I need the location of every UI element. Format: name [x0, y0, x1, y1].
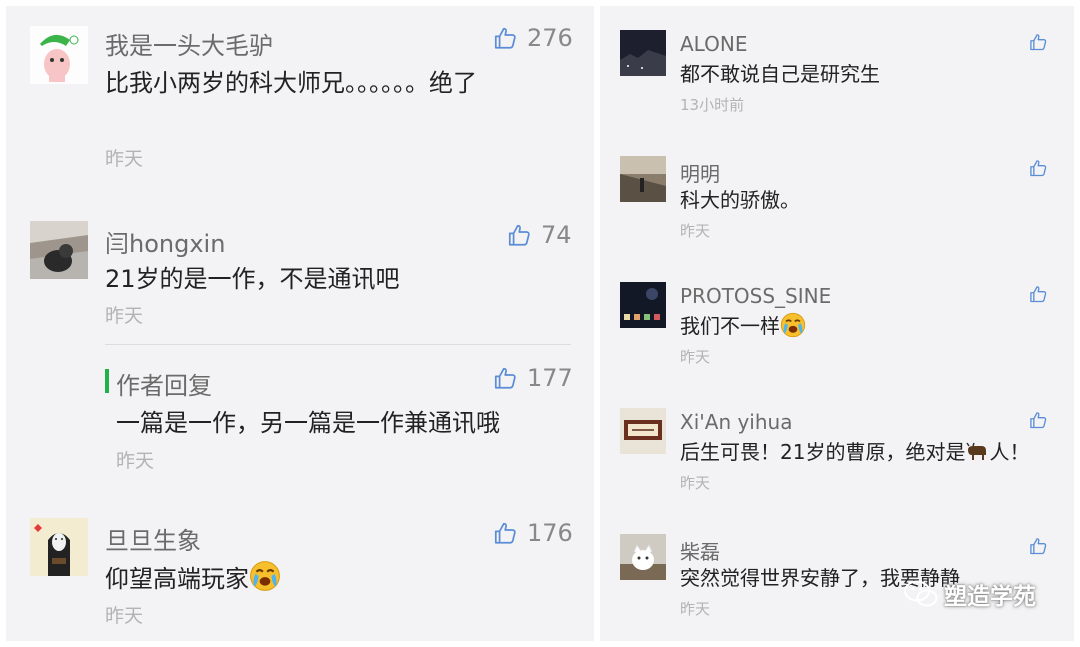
like-button[interactable] — [1028, 284, 1048, 304]
crying-emoji-icon — [780, 312, 806, 338]
watermark-text: 塑造学苑 — [944, 584, 1036, 610]
comment-time: 昨天 — [680, 474, 711, 492]
avatar[interactable] — [30, 26, 88, 84]
avatar[interactable] — [620, 408, 666, 454]
thumbs-up-icon — [1028, 32, 1048, 52]
reply-indicator — [105, 369, 109, 393]
comment-item: PROTOSS_SINE 我们不一样 昨天 — [600, 258, 1074, 378]
comment-text: 都不敢说自己是研究生 — [680, 62, 880, 86]
avatar[interactable] — [30, 221, 88, 279]
thumbs-up-icon — [492, 365, 518, 391]
thumbs-up-icon — [1028, 410, 1048, 430]
comment-text-content: 仰望高端玩家 — [105, 565, 249, 593]
cow-emoji-icon — [966, 442, 987, 460]
thumbs-up-icon — [1028, 158, 1048, 178]
commenter-name: ALONE — [680, 32, 748, 56]
comment-text-end: 人！ — [989, 440, 1030, 464]
commenter-name: 闫hongxin — [105, 230, 226, 258]
comment-text: 仰望高端玩家 — [105, 560, 565, 598]
comment-time: 昨天 — [680, 348, 711, 366]
comment-text: 21岁的是一作，不是通讯吧 — [105, 265, 400, 293]
like-button[interactable]: 176 — [492, 519, 573, 547]
reply-text: 一篇是一作，另一篇是一作兼通讯哦 — [116, 409, 500, 437]
like-count: 177 — [527, 364, 573, 392]
commenter-name: 柴磊 — [680, 540, 720, 564]
comment-text: 比我小两岁的科大师兄。。。。。。绝了 — [105, 69, 477, 97]
comment-text: 我们不一样 — [680, 312, 806, 340]
comment-text: 科大的骄傲。 — [680, 188, 800, 212]
like-count: 176 — [527, 519, 573, 547]
like-count: 74 — [541, 221, 572, 249]
like-count: 276 — [527, 24, 573, 52]
comment-item: 我是一头大毛驴 276 比我小两岁的科大师兄。。。。。。绝了 昨天 — [6, 6, 594, 186]
like-button[interactable]: 74 — [506, 221, 572, 249]
author-reply-label: 作者回复 — [116, 372, 212, 400]
comment-item: 闫hongxin 74 21岁的是一作，不是通讯吧 昨天 — [6, 206, 594, 336]
reply-time: 昨天 — [116, 450, 155, 472]
avatar[interactable] — [620, 30, 666, 76]
like-button[interactable] — [1028, 32, 1048, 52]
commenter-name: 我是一头大毛驴 — [105, 32, 273, 60]
comment-item: 明明 科大的骄傲。 昨天 — [600, 132, 1074, 252]
author-reply: 作者回复 177 一篇是一作，另一篇是一作兼通讯哦 昨天 — [6, 351, 594, 481]
like-button[interactable] — [1028, 158, 1048, 178]
comment-item: 柴磊 突然觉得世界安静了，我要静静 昨天 — [600, 510, 1074, 635]
comment-text-content: 我们不一样 — [680, 314, 780, 338]
thumbs-up-icon — [506, 222, 532, 248]
divider — [105, 344, 571, 345]
thumbs-up-icon — [492, 25, 518, 51]
commenter-name: 旦旦生象 — [105, 527, 201, 555]
avatar[interactable] — [620, 282, 666, 328]
like-button[interactable]: 276 — [492, 24, 573, 52]
commenter-name: PROTOSS_SINE — [680, 284, 832, 308]
watermark: 塑造学苑 — [904, 577, 1036, 611]
comment-item: 旦旦生象 176 仰望高端玩家 昨天 — [6, 506, 594, 636]
like-button[interactable] — [1028, 410, 1048, 430]
wechat-logo-icon — [904, 580, 938, 607]
avatar[interactable] — [30, 518, 88, 576]
thumbs-up-icon — [1028, 284, 1048, 304]
comment-time: 昨天 — [680, 222, 711, 240]
right-comment-panel: ALONE 都不敢说自己是研究生 13小时前 明明 科大的骄傲。 昨天 PROT… — [600, 6, 1074, 641]
left-comment-panel: 我是一头大毛驴 276 比我小两岁的科大师兄。。。。。。绝了 昨天 闫hongx… — [6, 6, 594, 641]
comment-time: 昨天 — [680, 600, 711, 618]
comment-item: ALONE 都不敢说自己是研究生 13小时前 — [600, 6, 1074, 126]
like-button[interactable] — [1028, 536, 1048, 556]
thumbs-up-icon — [1028, 536, 1048, 556]
like-button[interactable]: 177 — [492, 364, 573, 392]
comment-text: 后生可畏！21岁的曹原，绝对是 人！ — [680, 438, 1029, 466]
comment-time: 13小时前 — [680, 96, 745, 114]
crying-emoji-icon — [249, 560, 281, 592]
commenter-name: 明明 — [680, 162, 720, 186]
comment-time: 昨天 — [105, 148, 144, 170]
comment-time: 昨天 — [105, 305, 144, 327]
thumbs-up-icon — [492, 520, 518, 546]
comment-text-content: 后生可畏！21岁的曹原，绝对是 — [680, 440, 966, 464]
avatar[interactable] — [620, 534, 666, 580]
commenter-name: Xi'An yihua — [680, 410, 793, 434]
avatar[interactable] — [620, 156, 666, 202]
comment-item: Xi'An yihua 后生可畏！21岁的曹原，绝对是 人！ 昨天 — [600, 384, 1074, 504]
comment-time: 昨天 — [105, 605, 144, 627]
